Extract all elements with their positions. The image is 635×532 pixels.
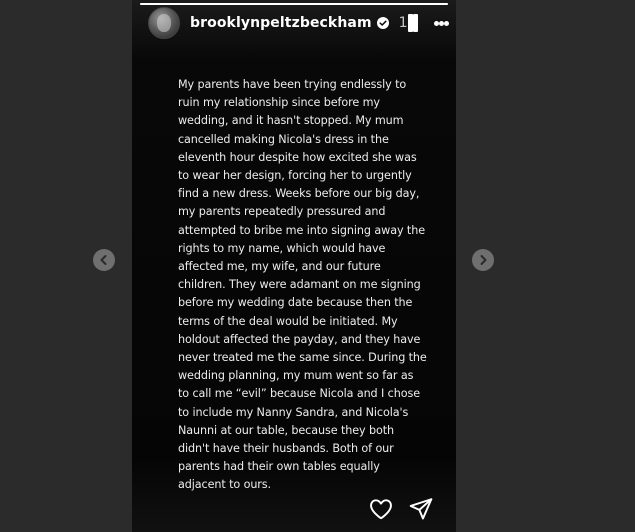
chevron-right-icon bbox=[480, 255, 487, 265]
story-card: brooklynpeltzbeckham 1 My parents have b… bbox=[132, 0, 456, 532]
story-text-line: to call me “evil” because Nicola and I c… bbox=[178, 387, 420, 401]
profile-avatar[interactable] bbox=[148, 7, 180, 39]
story-progress-fill bbox=[140, 3, 448, 5]
story-text-line: wedding, and it hasn't stopped. My mum bbox=[178, 114, 404, 128]
story-progress-bar bbox=[140, 3, 448, 5]
story-text-line: to wear her design, forcing her to urgen… bbox=[178, 169, 412, 183]
story-header: brooklynpeltzbeckham 1 bbox=[148, 6, 449, 40]
story-text-line: holdout affected the payday, and they ha… bbox=[178, 332, 421, 346]
story-text-line: never treated me the same since. During … bbox=[178, 351, 427, 365]
story-text-line: parents had their own tables equally bbox=[178, 460, 380, 474]
story-text-line: my parents repeatedly pressured and bbox=[178, 205, 386, 219]
story-timestamp: 1 bbox=[398, 15, 408, 31]
story-text-line: wedding planning, my mum went so far as bbox=[178, 369, 414, 383]
story-text-line: affected me, my wife, and our future bbox=[178, 260, 381, 274]
share-button[interactable] bbox=[408, 496, 434, 522]
story-viewer: brooklynpeltzbeckham 1 My parents have b… bbox=[0, 0, 635, 532]
story-text-line: Naunni at our table, because they both bbox=[178, 423, 395, 437]
story-footer bbox=[368, 496, 434, 522]
story-text-line: adjacent to ours. bbox=[178, 478, 271, 492]
story-text-line: eleventh hour despite how excited she wa… bbox=[178, 150, 417, 164]
story-text-line: find a new dress. Weeks before our big d… bbox=[178, 187, 420, 201]
story-text-block: My parents have been trying endlessly to… bbox=[178, 76, 427, 495]
story-text-line: My parents have been trying endlessly to bbox=[178, 78, 407, 91]
more-options-button[interactable] bbox=[433, 14, 449, 32]
verified-badge-icon bbox=[376, 17, 389, 29]
more-options-icon bbox=[433, 20, 439, 26]
username[interactable]: brooklynpeltzbeckham bbox=[190, 15, 372, 31]
like-button[interactable] bbox=[368, 496, 394, 522]
send-icon bbox=[409, 498, 433, 520]
story-text-line: ruin my relationship since before my bbox=[178, 96, 380, 110]
chevron-left-icon bbox=[100, 255, 107, 265]
story-text-line: to include my Nanny Sandra, and Nicola's bbox=[178, 405, 409, 419]
story-text-line: didn't have their husbands. Both of our bbox=[178, 442, 394, 456]
pause-icon bbox=[407, 14, 413, 32]
story-text-line: rights to my name, which would have bbox=[178, 241, 386, 255]
pause-button[interactable] bbox=[407, 14, 418, 32]
story-text-line: before my wedding date because then the bbox=[178, 296, 413, 310]
story-text-line: cancelled making Nicola's dress in the bbox=[178, 132, 389, 146]
story-text-line: children. They were adamant on me signin… bbox=[178, 278, 421, 292]
story-text-line: terms of the deal would be initiated. My bbox=[178, 314, 398, 328]
heart-icon bbox=[370, 499, 392, 520]
story-text-line: attempted to bribe me into signing away … bbox=[178, 223, 425, 237]
next-story-button[interactable] bbox=[472, 249, 494, 271]
previous-story-button[interactable] bbox=[93, 249, 115, 271]
